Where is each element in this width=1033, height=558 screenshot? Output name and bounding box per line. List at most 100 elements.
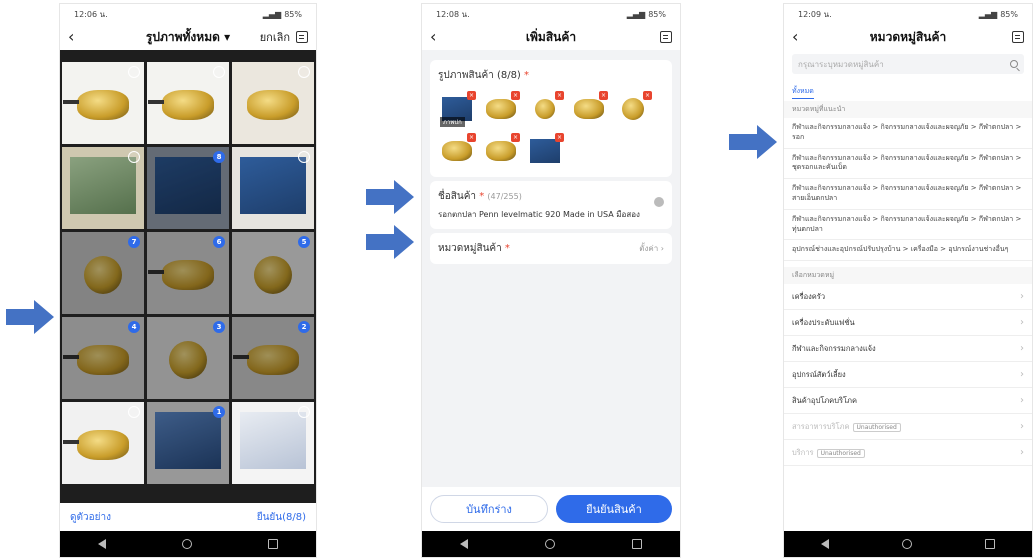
image-thumb[interactable]: ×: [614, 91, 652, 127]
suggested-category[interactable]: อุปกรณ์ช่างและอุปกรณ์ปรับปรุงบ้าน > เครื…: [784, 240, 1032, 262]
arrow-right-icon: [6, 300, 54, 334]
box-image: [530, 139, 560, 163]
image-thumb[interactable]: ×: [482, 91, 520, 127]
edit-icon[interactable]: [660, 31, 672, 43]
photo-thumbnail[interactable]: [232, 62, 314, 144]
status-bar: 12:09 น. ▂▄▆ 85%: [784, 4, 1032, 24]
remove-icon[interactable]: ×: [511, 91, 520, 100]
nav-recent-icon[interactable]: [268, 539, 278, 549]
stage: 12:06 น. ▂▄▆ 85% ‹ รูปภาพทั้งหมด ▾ ยกเลิก…: [0, 0, 1033, 558]
photo-thumbnail[interactable]: 5: [232, 232, 314, 314]
selection-badge[interactable]: [128, 66, 140, 78]
required-mark: *: [479, 191, 485, 202]
selection-badge[interactable]: [298, 151, 310, 163]
category-item[interactable]: เครื่องครัว ›: [784, 284, 1032, 311]
tab-all[interactable]: ทั้งหมด: [792, 86, 814, 99]
selection-badge[interactable]: 7: [128, 236, 140, 248]
nav-home-icon[interactable]: [544, 539, 555, 549]
remove-icon[interactable]: ×: [511, 133, 520, 142]
category-item[interactable]: อุปกรณ์สัตว์เลี้ยง ›: [784, 362, 1032, 389]
selection-badge[interactable]: [298, 406, 310, 418]
edit-icon[interactable]: [296, 31, 308, 43]
selection-badge[interactable]: 4: [128, 321, 140, 333]
selection-badge[interactable]: 3: [213, 321, 225, 333]
image-thumb[interactable]: ×: [482, 133, 520, 169]
photo-thumbnail[interactable]: 7: [62, 232, 144, 314]
back-icon[interactable]: ‹: [430, 29, 446, 45]
nav-back-icon[interactable]: [98, 539, 106, 549]
search-icon[interactable]: [1010, 60, 1018, 68]
reel-image: [148, 89, 214, 120]
back-icon[interactable]: ‹: [68, 29, 84, 45]
selection-badge[interactable]: [128, 406, 140, 418]
category-search-input[interactable]: กรุณาระบุหมวดหมู่สินค้า: [792, 54, 1024, 74]
box-image: [155, 156, 221, 215]
status-bar: 12:08 น. ▂▄▆ 85%: [422, 4, 680, 24]
category-item[interactable]: สินค้าอุปโภคบริโภค ›: [784, 388, 1032, 415]
category-item[interactable]: เครื่องประดับแฟชั่น ›: [784, 310, 1032, 337]
photo-thumbnail[interactable]: 8: [147, 147, 229, 229]
photo-thumbnail[interactable]: 3: [147, 317, 229, 399]
photo-grid: 8 7 6 5 4 3 2 1: [62, 62, 314, 502]
image-thumb[interactable]: ×: [526, 133, 564, 169]
reel-image: [574, 99, 604, 119]
image-thumb[interactable]: × ภาพปก: [438, 91, 476, 127]
suggested-category[interactable]: กีฬาและกิจกรรมกลางแจ้ง > กิจกรรมกลางแจ้ง…: [784, 210, 1032, 241]
back-icon[interactable]: ‹: [792, 29, 808, 45]
selection-badge[interactable]: 2: [298, 321, 310, 333]
photo-thumbnail[interactable]: [232, 147, 314, 229]
photo-thumbnail[interactable]: [62, 147, 144, 229]
category-item[interactable]: สารอาหารบริโภค Unauthorised ›: [784, 414, 1032, 441]
photo-thumbnail[interactable]: [62, 62, 144, 144]
app-bar: ‹ เพิ่มสินค้า: [422, 24, 680, 50]
reel-image: [254, 255, 292, 294]
remove-icon[interactable]: ×: [467, 133, 476, 142]
reel-image: [622, 98, 644, 120]
suggested-category[interactable]: กีฬาและกิจกรรมกลางแจ้ง > กิจกรรมกลางแจ้ง…: [784, 149, 1032, 180]
category-item[interactable]: บริการ Unauthorised ›: [784, 440, 1032, 467]
image-thumb[interactable]: ×: [526, 91, 564, 127]
photo-thumbnail[interactable]: [147, 62, 229, 144]
clear-icon[interactable]: [654, 197, 664, 207]
photo-thumbnail[interactable]: 2: [232, 317, 314, 399]
confirm-selection-button[interactable]: ยืนยัน(8/8): [257, 510, 306, 525]
remove-icon[interactable]: ×: [555, 91, 564, 100]
nav-home-icon[interactable]: [901, 539, 912, 549]
nav-back-icon[interactable]: [460, 539, 469, 549]
save-draft-button[interactable]: บันทึกร่าง: [430, 495, 548, 523]
selection-badge[interactable]: 8: [213, 151, 225, 163]
cancel-button[interactable]: ยกเลิก: [260, 28, 290, 46]
nav-recent-icon[interactable]: [985, 539, 996, 549]
photo-thumbnail[interactable]: 6: [147, 232, 229, 314]
photo-thumbnail[interactable]: [232, 402, 314, 484]
category-item[interactable]: กีฬาและกิจกรรมกลางแจ้ง ›: [784, 336, 1032, 363]
photo-thumbnail[interactable]: [62, 402, 144, 484]
edit-icon[interactable]: [1012, 31, 1024, 43]
category-row[interactable]: หมวดหมู่สินค้า * ตั้งค่า ›: [430, 233, 672, 264]
remove-icon[interactable]: ×: [555, 133, 564, 142]
remove-icon[interactable]: ×: [467, 91, 476, 100]
selection-badge[interactable]: [128, 151, 140, 163]
selection-badge[interactable]: [298, 66, 310, 78]
remove-icon[interactable]: ×: [599, 91, 608, 100]
selection-badge[interactable]: [213, 66, 225, 78]
category-label: สารอาหารบริโภค: [792, 421, 850, 431]
nav-recent-icon[interactable]: [631, 539, 642, 549]
nav-back-icon[interactable]: [820, 539, 829, 549]
photo-thumbnail[interactable]: 4: [62, 317, 144, 399]
suggested-category[interactable]: กีฬาและกิจกรรมกลางแจ้ง > กิจกรรมกลางแจ้ง…: [784, 118, 1032, 149]
suggested-category[interactable]: กีฬาและกิจกรรมกลางแจ้ง > กิจกรรมกลางแจ้ง…: [784, 179, 1032, 210]
preview-button[interactable]: ดูตัวอย่าง: [70, 510, 111, 525]
confirm-product-button[interactable]: ยืนยันสินค้า: [556, 495, 672, 523]
product-name-input[interactable]: รอกตกปลา Penn levelmatic 920 Made in USA…: [438, 208, 640, 221]
nav-home-icon[interactable]: [182, 539, 192, 549]
image-thumb[interactable]: ×: [570, 91, 608, 127]
selection-badge[interactable]: 1: [213, 406, 225, 418]
selection-badge[interactable]: 6: [213, 236, 225, 248]
android-nav-bar: [422, 531, 680, 557]
photo-thumbnail[interactable]: 1: [147, 402, 229, 484]
selection-badge[interactable]: 5: [298, 236, 310, 248]
image-thumb[interactable]: ×: [438, 133, 476, 169]
remove-icon[interactable]: ×: [643, 91, 652, 100]
status-time: 12:06 น.: [74, 9, 108, 19]
